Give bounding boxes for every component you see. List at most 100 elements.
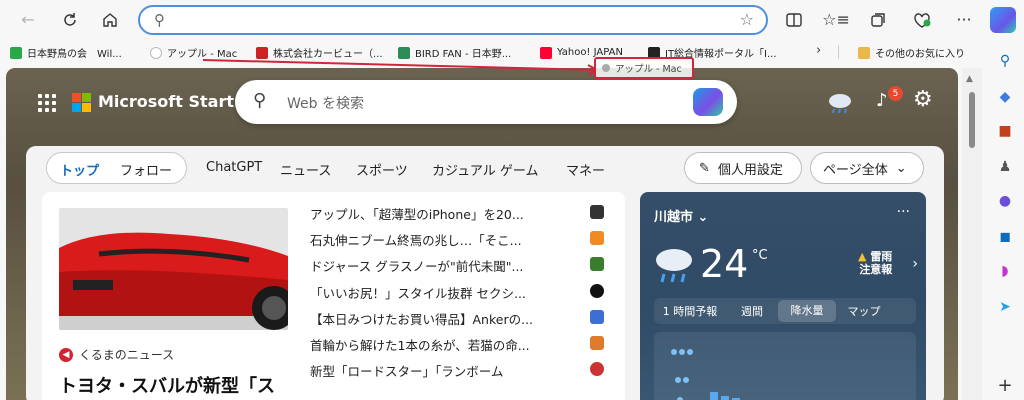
- more-options-icon[interactable]: ···: [950, 6, 978, 34]
- other-favorites-folder[interactable]: その他のお気に入り: [858, 44, 965, 61]
- copilot-icon[interactable]: [693, 88, 723, 116]
- news-source-icon: [590, 205, 604, 219]
- weather-rain-icon[interactable]: [826, 92, 854, 114]
- settings-gear-icon[interactable]: ⚙: [913, 87, 933, 112]
- tab-top[interactable]: トップ: [60, 160, 99, 179]
- feature-source[interactable]: ◀ くるまのニュース: [59, 346, 174, 363]
- bookmark-label: 日本野鳥の会 Wil...: [27, 49, 122, 60]
- tab-money[interactable]: マネー: [566, 160, 605, 179]
- personalize-button[interactable]: ✎ 個人用設定: [684, 152, 802, 184]
- tab-sports[interactable]: スポーツ: [356, 160, 408, 179]
- drag-preview-tooltip: アップル - Mac: [594, 57, 694, 79]
- news-item[interactable]: 「いいお尻！」スタイル抜群 セクシ...: [310, 279, 610, 305]
- personalize-label: 個人用設定: [717, 162, 783, 178]
- feature-image[interactable]: [59, 208, 288, 330]
- address-input[interactable]: [180, 10, 720, 30]
- news-title: 石丸伸ニブーム終焉の兆し…「そこ...: [310, 233, 522, 249]
- page-layout-label: ページ全体: [823, 162, 888, 178]
- web-search-box[interactable]: ⚲ Web を検索: [235, 80, 737, 124]
- search-placeholder: Web を検索: [287, 96, 364, 112]
- search-icon[interactable]: ⚲: [996, 52, 1014, 70]
- page-layout-dropdown[interactable]: ページ全体 ⌄: [810, 152, 924, 184]
- weather-alert[interactable]: ▲ 雷雨 注意報: [858, 250, 892, 276]
- news-source-icon: [590, 231, 604, 246]
- app-launcher-icon[interactable]: [38, 94, 56, 112]
- weather-tab-precipitation[interactable]: 降水量: [778, 300, 836, 322]
- news-item[interactable]: 新型「ロードスター」「ランボーム: [310, 357, 610, 383]
- brand-title[interactable]: Microsoft Start: [98, 92, 234, 111]
- telegram-icon[interactable]: ➤: [996, 298, 1014, 316]
- news-item[interactable]: 【本日みつけたお買い得品】Ankerの...: [310, 305, 610, 331]
- kuruma-news-logo-icon: ◀: [59, 347, 73, 362]
- feature-headline[interactable]: トヨタ・スバルが新型「ス: [59, 372, 299, 400]
- bird-favicon-icon: [10, 46, 22, 59]
- bookmark-item[interactable]: BIRD FAN - 日本野...: [398, 44, 511, 61]
- refresh-icon[interactable]: [56, 6, 84, 34]
- news-item[interactable]: 石丸伸ニブーム終焉の兆し…「そこ...: [310, 226, 610, 252]
- bookmark-label: 株式会社カービュー（...: [273, 49, 383, 60]
- bookmark-item[interactable]: アップル - Mac: [150, 44, 237, 61]
- bookmark-item[interactable]: 株式会社カービュー（...: [256, 44, 383, 61]
- edge-sidebar: ⚲ ◆ ■ ♟ ● ◼ ◗ ➤ +: [986, 40, 1024, 400]
- weather-temperature: 24: [700, 242, 749, 286]
- news-item[interactable]: ドジャース グラスノーが"前代未聞"...: [310, 252, 610, 278]
- bookmark-label: BIRD FAN - 日本野...: [415, 49, 512, 60]
- search-icon: ⚲: [253, 90, 267, 111]
- bookmark-item[interactable]: 日本野鳥の会 Wil...: [10, 44, 122, 61]
- apple-favicon-icon: [602, 64, 610, 72]
- copilot-app-icon[interactable]: ●: [996, 192, 1014, 210]
- weather-more-icon[interactable]: ···: [897, 204, 910, 220]
- outlook-icon[interactable]: ◼: [996, 228, 1014, 246]
- shopping-tag-icon[interactable]: ◆: [996, 88, 1014, 106]
- news-source-icon: [590, 309, 604, 324]
- favorite-star-icon[interactable]: ☆: [740, 10, 754, 29]
- news-title: 【本日みつけたお買い得品】Ankerの...: [310, 311, 534, 327]
- news-item[interactable]: 首輪から解けた1本の糸が、若猫の命...: [310, 331, 610, 357]
- tab-chatgpt[interactable]: ChatGPT: [206, 160, 262, 175]
- bookmarks-overflow-icon[interactable]: ›: [816, 43, 821, 58]
- games-chess-icon[interactable]: ♟: [996, 158, 1014, 176]
- bookmark-label: アップル - Mac: [167, 49, 238, 60]
- chevron-down-icon: ⌄: [895, 160, 907, 176]
- address-bar[interactable]: ⚲ ☆: [138, 5, 768, 35]
- scrollbar-thumb[interactable]: [969, 92, 975, 148]
- news-title: 首輪から解けた1本の糸が、若猫の命...: [310, 337, 530, 353]
- browser-essentials-icon[interactable]: [908, 6, 936, 34]
- page-scrollbar[interactable]: ▲: [962, 68, 982, 400]
- rain-cloud-icon: [656, 249, 692, 283]
- tab-follow[interactable]: フォロー: [120, 160, 172, 179]
- weather-tab-hourly[interactable]: 1 時間予報: [654, 303, 726, 319]
- notification-badge: 5: [888, 86, 903, 101]
- news-item[interactable]: アップル、「超薄型のiPhone」を20...: [310, 200, 610, 226]
- weather-city[interactable]: 川越市 ⌄: [654, 206, 708, 225]
- news-source-icon: [590, 335, 604, 350]
- scroll-up-icon[interactable]: ▲: [966, 74, 973, 84]
- weather-card: 川越市 ⌄ ··· 24 °C ▲ 雷雨 注意報 › 1 時間予報 週間 降水量…: [640, 192, 926, 400]
- top-stories-card: ◀ くるまのニュース トヨタ・スバルが新型「ス アップル、「超薄型のiPhone…: [42, 192, 625, 400]
- car-favicon-icon: [256, 46, 268, 59]
- drag-preview-label: アップル - Mac: [615, 64, 682, 75]
- split-screen-icon[interactable]: [780, 6, 808, 34]
- news-source-icon: [590, 257, 604, 272]
- tab-news[interactable]: ニュース: [280, 160, 331, 179]
- collections-icon[interactable]: [864, 6, 892, 34]
- chevron-right-icon[interactable]: ›: [912, 256, 918, 272]
- tools-briefcase-icon[interactable]: ■: [996, 122, 1014, 140]
- back-icon[interactable]: ←: [14, 6, 42, 34]
- add-sidebar-app-icon[interactable]: +: [996, 375, 1014, 396]
- tab-casual-games[interactable]: カジュアル ゲーム: [432, 160, 538, 179]
- weather-tab-map[interactable]: マップ: [836, 303, 892, 319]
- copilot-icon[interactable]: [990, 7, 1016, 33]
- news-title: ドジャース グラスノーが"前代未聞"...: [310, 259, 524, 275]
- search-icon: ⚲: [154, 11, 165, 29]
- microsoft-logo-icon: [72, 93, 91, 112]
- weather-tab-weekly[interactable]: 週間: [726, 303, 778, 319]
- designer-icon[interactable]: ◗: [996, 262, 1014, 280]
- feed-tabs: トップ フォロー ChatGPT ニュース スポーツ カジュアル ゲーム マネー…: [26, 146, 944, 190]
- warning-icon: ▲: [858, 250, 867, 263]
- weather-unit: °C: [752, 248, 768, 263]
- favorites-icon[interactable]: ☆≡: [822, 6, 850, 34]
- home-icon[interactable]: [96, 6, 124, 34]
- yahoo-favicon-icon: [540, 46, 552, 59]
- notifications-bell-icon[interactable]: ♪: [876, 90, 888, 111]
